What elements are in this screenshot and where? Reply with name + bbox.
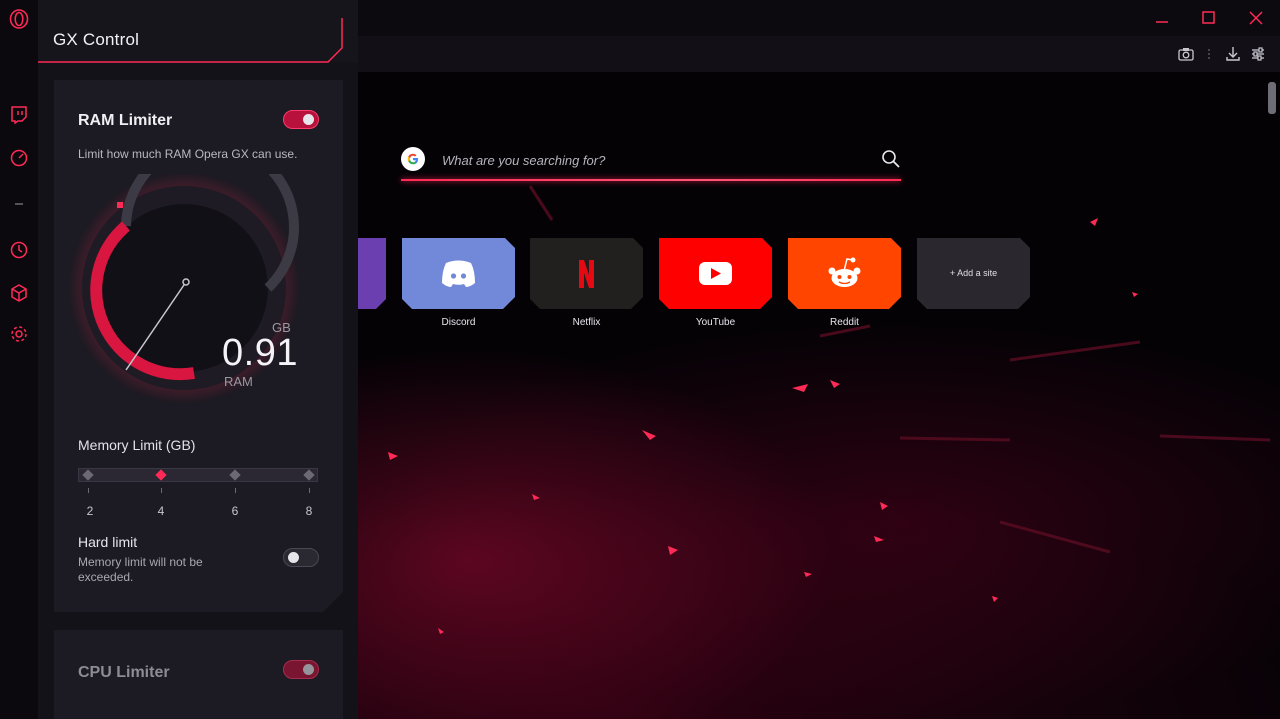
slider-tick-label: 2 (86, 504, 94, 518)
panel-title: GX Control (53, 30, 140, 49)
netflix-icon (530, 238, 643, 309)
slider-tick-label: 4 (157, 504, 165, 518)
speed-gauge-icon[interactable] (9, 148, 29, 168)
hard-limit-title: Hard limit (78, 534, 138, 550)
speed-dial-label: YouTube (695, 317, 736, 328)
search-bar: What are you searching for? (401, 143, 901, 183)
ram-limiter-title: RAM Limiter (78, 112, 173, 129)
gauge-value: 0.91 (222, 332, 298, 374)
settings-gear-icon[interactable] (9, 324, 29, 344)
maximize-icon[interactable] (1198, 8, 1218, 28)
search-icon[interactable] (881, 149, 901, 169)
toggle-knob (303, 114, 314, 125)
slider-tick-mark (161, 488, 162, 493)
history-clock-icon[interactable] (9, 240, 29, 260)
twitch-icon[interactable] (9, 104, 29, 125)
youtube-icon (659, 238, 772, 309)
ram-limiter-description: Limit how much RAM Opera GX can use. (78, 147, 298, 161)
ram-gauge (68, 174, 328, 414)
search-underline (401, 179, 901, 181)
toggle-knob (288, 552, 299, 563)
cpu-limiter-toggle[interactable] (283, 660, 319, 679)
discord-icon (402, 238, 515, 309)
memory-limit-slider[interactable] (78, 468, 318, 482)
hard-limit-toggle[interactable] (283, 548, 319, 567)
speed-dial-label: Reddit (830, 317, 859, 328)
page-scrollbar[interactable] (1268, 82, 1276, 114)
toolbar-separator (1206, 45, 1212, 63)
speed-dial-partial[interactable] (358, 238, 386, 309)
slider-tick-label: 8 (305, 504, 313, 518)
speed-dial-label: Discord (441, 317, 476, 328)
ram-limiter-card: RAM Limiter Limit how much RAM Opera GX … (54, 80, 343, 612)
minimize-icon[interactable] (1152, 8, 1172, 28)
sidebar (0, 0, 38, 719)
search-input[interactable]: What are you searching for? (442, 153, 605, 168)
easy-setup-sliders-icon[interactable] (1249, 45, 1267, 63)
reddit-icon (788, 238, 901, 309)
opera-gx-logo-icon[interactable] (9, 9, 29, 29)
gx-control-panel: GX Control RAM Limiter Limit how much RA… (38, 0, 358, 719)
extensions-cube-icon[interactable] (9, 283, 29, 303)
speed-dial-youtube[interactable] (659, 238, 772, 309)
speed-dial-reddit[interactable] (788, 238, 901, 309)
speed-dial-discord[interactable] (402, 238, 515, 309)
gauge-label: RAM (224, 374, 253, 389)
camera-icon[interactable] (1177, 45, 1195, 63)
speed-dial-label: Netflix (572, 317, 601, 328)
toggle-knob (303, 663, 314, 675)
download-icon[interactable] (1224, 45, 1242, 63)
close-icon[interactable] (1246, 8, 1266, 28)
ram-limiter-toggle[interactable] (283, 110, 319, 129)
slider-tick-mark (235, 488, 236, 493)
speed-dial-netflix[interactable] (530, 238, 643, 309)
cpu-limiter-card: CPU Limiter (54, 630, 343, 719)
google-logo-icon (401, 147, 425, 171)
slider-tick-mark (88, 488, 89, 493)
add-site-button[interactable]: + Add a site (917, 238, 1030, 309)
hard-limit-description: Memory limit will not be exceeded. (78, 555, 203, 584)
slider-tick-label: 6 (231, 504, 239, 518)
memory-limit-label: Memory Limit (GB) (78, 437, 196, 453)
slider-tick-mark (309, 488, 310, 493)
divider-icon (9, 194, 29, 214)
cpu-limiter-title: CPU Limiter (78, 664, 170, 681)
